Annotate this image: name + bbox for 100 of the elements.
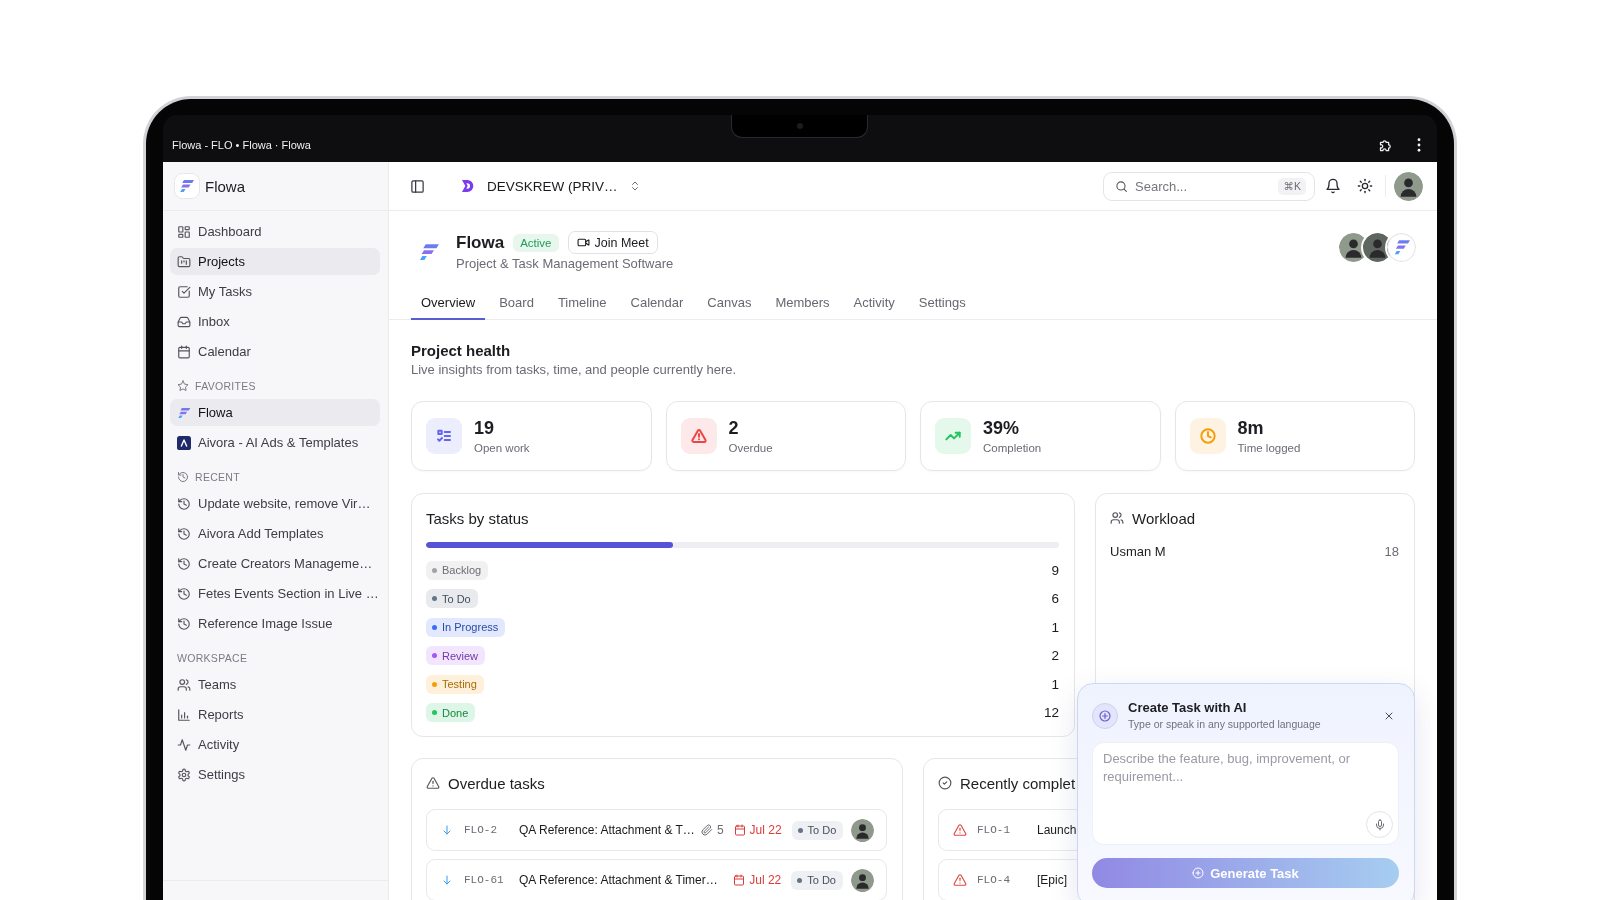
warning-icon [953, 823, 967, 837]
history-icon [177, 586, 191, 601]
sidebar-item[interactable]: Update website, remove Vir… [170, 490, 380, 517]
card-title: Tasks by status [426, 509, 529, 527]
sidebar-item[interactable]: Activity [170, 731, 380, 758]
sidebar-item[interactable]: Aivora Add Templates [170, 520, 380, 547]
tab[interactable]: Calendar [620, 287, 694, 320]
status-count: 6 [1051, 591, 1059, 607]
sidebar-item[interactable]: Projects [170, 248, 380, 275]
app-logo-avatar[interactable] [1387, 233, 1416, 262]
search-icon [1115, 179, 1128, 193]
stat-label: Time logged [1237, 441, 1301, 455]
prompt-field[interactable]: Describe the feature, bug, improvement, or requirement... [1092, 742, 1399, 845]
sidebar-item[interactable]: Settings [170, 761, 380, 788]
workspace-switcher[interactable]: DEVSKREW (PRIV… [460, 178, 641, 194]
user-avatar[interactable] [1394, 171, 1423, 201]
task-key: FLO-61 [464, 874, 508, 886]
project-name: Flowa [456, 231, 505, 254]
dialog-subtitle: Type or speak in any supported language [1128, 718, 1322, 731]
history-icon [177, 526, 191, 541]
bell-icon[interactable] [1325, 178, 1341, 194]
checkbox-icon [177, 284, 191, 299]
task-key: FLO-4 [977, 874, 1027, 886]
status-count: 9 [1051, 562, 1059, 578]
task-title: Launch [1037, 823, 1077, 837]
status-label: Done [442, 706, 469, 719]
history-icon [177, 496, 191, 511]
section-subtitle: Live insights from tasks, time, and people currently here. [411, 361, 738, 378]
task-key: FLO-1 [977, 824, 1027, 836]
plus-icon [1092, 702, 1118, 729]
card-title: Overdue tasks [448, 774, 545, 792]
tab[interactable]: Overview [411, 287, 486, 320]
status-label: Review [442, 649, 479, 662]
member-name: Usman M [1110, 543, 1166, 559]
tab[interactable]: Settings [908, 287, 976, 320]
sidebar-item[interactable]: Calendar [170, 338, 380, 365]
card-title: Workload [1132, 509, 1196, 527]
section-title: Project health [411, 342, 512, 360]
stat-value: 8m [1237, 417, 1265, 439]
arrow-down-icon [441, 824, 453, 836]
task-row[interactable]: FLO-61 QA Reference: Attachment & Timer… Jul 22 To Do [426, 859, 887, 900]
sidebar-item[interactable]: My Tasks [170, 278, 380, 305]
tab[interactable]: Members [765, 287, 840, 320]
card-title: Recently complet [960, 774, 1076, 792]
status-label: In Progress [442, 621, 499, 634]
tab[interactable]: Activity [843, 287, 905, 320]
app-logo-icon [177, 405, 191, 420]
calendar-icon [177, 344, 191, 359]
sidebar-item[interactable]: Aivora - AI Ads & Templates [170, 429, 380, 456]
project-description: Project & Task Management Software [456, 256, 674, 272]
history-icon [177, 471, 189, 483]
sidebar-item[interactable]: Create Creators Manageme… [170, 550, 380, 577]
sun-icon[interactable] [1357, 178, 1373, 194]
status-badge: Active [513, 233, 559, 252]
checklist-icon [426, 418, 462, 454]
sidebar-item[interactable]: Reference Image Issue [170, 610, 380, 637]
sidebar-item[interactable]: Teams [170, 671, 380, 698]
folder-icon [177, 254, 191, 269]
bar-chart-icon [177, 707, 191, 722]
more-icon[interactable] [1417, 138, 1421, 152]
calendar-icon [733, 824, 746, 836]
warning-icon [680, 418, 717, 454]
video-icon [576, 236, 590, 249]
history-icon [177, 616, 191, 631]
task-title: QA Reference: Attachment & Timer… [519, 873, 718, 887]
attachment-count: 5 [716, 823, 724, 837]
calendar-icon [733, 874, 746, 886]
sidebar-item[interactable]: Inbox [170, 308, 380, 335]
status-count: 12 [1043, 705, 1059, 721]
dashboard-icon [177, 224, 191, 239]
tab[interactable]: Board [489, 287, 544, 320]
sidebar-item[interactable]: Reports [170, 701, 380, 728]
task-key: FLO-2 [464, 824, 508, 836]
paperclip-icon [700, 824, 713, 836]
sidebar-item[interactable]: Fetes Events Section in Live … [170, 580, 380, 607]
tab[interactable]: Timeline [547, 287, 617, 320]
sidebar-item[interactable]: Flowa [170, 399, 380, 426]
stat-label: Overdue [728, 441, 773, 455]
user-avatar [851, 868, 874, 892]
plus-icon [1192, 867, 1205, 879]
task-row[interactable]: FLO-2 QA Reference: Attachment & T… 5 Jul 22 To Do [426, 809, 887, 851]
project-logo-icon [177, 435, 191, 450]
star-icon [177, 380, 189, 392]
stat-label: Completion [983, 441, 1042, 455]
people-icon [1110, 511, 1124, 525]
clock-icon [1189, 418, 1226, 454]
sidebar-toggle-icon[interactable] [410, 178, 425, 194]
dialog-title: Create Task with AI [1128, 700, 1248, 716]
inbox-icon [177, 314, 191, 329]
extension-icon[interactable] [1378, 138, 1393, 153]
people-icon [177, 677, 191, 692]
trending-up-icon [935, 418, 971, 454]
task-count: 18 [1384, 543, 1399, 559]
status-dot-icon [797, 877, 803, 883]
due-date: Jul 22 [749, 873, 782, 887]
status-count: 2 [1051, 648, 1059, 664]
tab[interactable]: Canvas [697, 287, 762, 320]
sidebar-item[interactable]: Dashboard [170, 218, 380, 245]
join-meet-button[interactable]: Join Meet [567, 231, 658, 254]
stat-label: Open work [474, 441, 530, 455]
